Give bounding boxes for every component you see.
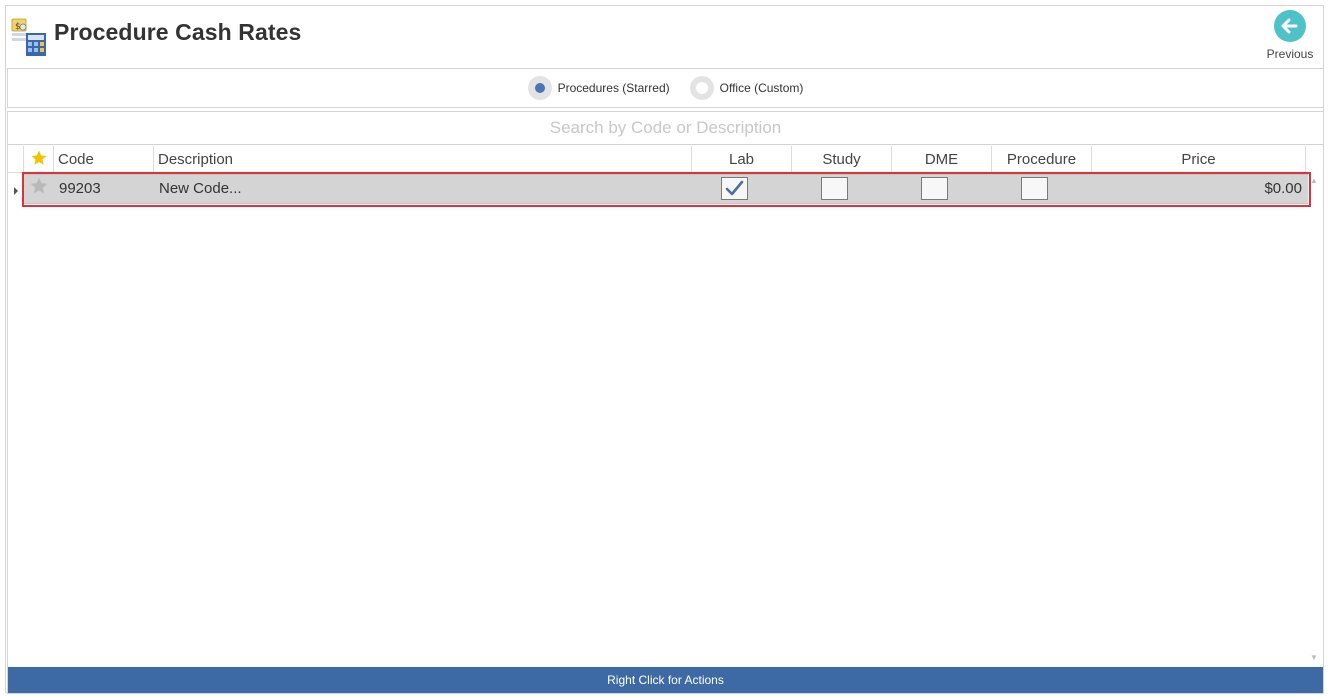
checkmark-icon: [725, 180, 744, 196]
radio-label: Procedures (Starred): [557, 81, 670, 95]
current-row-indicator-icon: [14, 187, 18, 195]
radio-label: Office (Custom): [719, 81, 804, 95]
scroll-down-icon[interactable]: ▼: [1309, 653, 1319, 663]
study-checkbox[interactable]: [821, 177, 848, 200]
previous-button[interactable]: Previous: [1263, 9, 1317, 63]
search-bar: [8, 112, 1323, 145]
cell-code[interactable]: 99203: [59, 175, 101, 203]
column-header-description[interactable]: Description: [154, 146, 692, 173]
lab-checkbox[interactable]: [721, 177, 748, 200]
actions-footer-bar[interactable]: Right Click for Actions: [8, 667, 1323, 693]
unstarred-icon[interactable]: [29, 176, 49, 204]
radio-unselected-icon: [689, 76, 714, 100]
back-arrow-icon: [1274, 10, 1306, 42]
dme-checkbox[interactable]: [921, 177, 948, 200]
page-header: $ Procedure Cash Rates Previous: [6, 6, 1323, 68]
procedures-grid: Code Description Lab Study DME Procedure…: [7, 111, 1324, 694]
radio-selected-icon: [527, 76, 552, 100]
radio-office-custom[interactable]: Office (Custom): [689, 76, 804, 100]
page-title: Procedure Cash Rates: [54, 19, 302, 45]
column-header-procedure[interactable]: Procedure: [992, 146, 1092, 173]
cell-price[interactable]: $0.00: [1264, 175, 1302, 203]
scroll-up-icon[interactable]: ▲: [1309, 176, 1319, 186]
filter-radio-group: Procedures (Starred) Office (Custom): [7, 68, 1324, 108]
column-header-code[interactable]: Code: [54, 146, 154, 173]
row-indicator-header: [8, 146, 24, 173]
calculator-icon: $: [11, 18, 46, 56]
procedure-checkbox[interactable]: [1021, 177, 1048, 200]
column-header-price[interactable]: Price: [1092, 146, 1306, 173]
column-header-study[interactable]: Study: [792, 146, 892, 173]
column-header-star[interactable]: [24, 146, 54, 173]
procedure-cash-rates-window: $ Procedure Cash Rates Previous Procedur…: [5, 5, 1324, 694]
search-input[interactable]: [8, 112, 1323, 144]
column-header-dme[interactable]: DME: [892, 146, 992, 173]
star-icon: [31, 150, 46, 165]
previous-label: Previous: [1266, 47, 1314, 61]
column-header-lab[interactable]: Lab: [692, 146, 792, 173]
cell-description[interactable]: New Code...: [159, 175, 242, 203]
table-row[interactable]: 99203 New Code... $0.00: [24, 174, 1308, 204]
radio-procedures-starred[interactable]: Procedures (Starred): [527, 76, 670, 100]
